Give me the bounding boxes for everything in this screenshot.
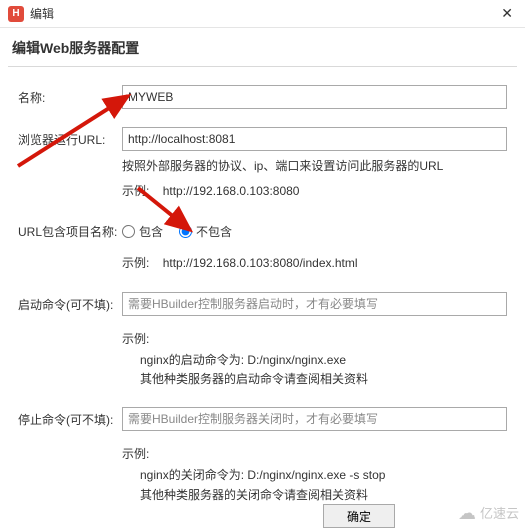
titlebar: H 编辑 ✕	[0, 0, 525, 28]
startcmd-example-label: 示例:	[122, 316, 507, 349]
page-title: 编辑Web服务器配置	[0, 28, 525, 66]
close-icon[interactable]: ✕	[497, 5, 517, 22]
radio-exclude-label: 不包含	[196, 223, 232, 240]
stopcmd-input[interactable]	[122, 407, 507, 431]
stopcmd-example-label: 示例:	[122, 431, 507, 464]
include-label: URL包含项目名称:	[18, 219, 122, 240]
ok-button[interactable]: 确定	[323, 504, 395, 528]
startcmd-example-line1: nginx的启动命令为: D:/nginx/nginx.exe	[122, 349, 507, 370]
watermark-text: 亿速云	[480, 503, 519, 522]
stopcmd-example-line1: nginx的关闭命令为: D:/nginx/nginx.exe -s stop	[122, 464, 507, 485]
startcmd-input[interactable]	[122, 292, 507, 316]
app-icon: H	[8, 6, 24, 22]
window-title: 编辑	[30, 5, 54, 22]
watermark: ☁ 亿速云	[458, 503, 519, 522]
name-label: 名称:	[18, 85, 122, 106]
include-radio-group: 包含 不包含	[122, 219, 507, 240]
radio-include[interactable]: 包含	[122, 223, 163, 240]
url-hint1: 按照外部服务器的协议、ip、端口来设置访问此服务器的URL	[122, 151, 507, 176]
url-example: 示例: http://192.168.0.103:8080	[122, 176, 507, 201]
form: 名称: 浏览器运行URL: 按照外部服务器的协议、ip、端口来设置访问此服务器的…	[0, 67, 525, 505]
url-input[interactable]	[122, 127, 507, 151]
include-example: 示例: http://192.168.0.103:8080/index.html	[122, 240, 507, 273]
startcmd-label: 启动命令(可不填):	[18, 292, 122, 313]
radio-include-label: 包含	[139, 223, 163, 240]
cloud-icon: ☁	[458, 504, 476, 522]
name-input[interactable]	[122, 85, 507, 109]
radio-include-input[interactable]	[122, 225, 135, 238]
radio-exclude-input[interactable]	[179, 225, 192, 238]
stopcmd-example-line2: 其他种类服务器的关闭命令请查阅相关资料	[122, 486, 507, 505]
titlebar-left: H 编辑	[8, 5, 54, 22]
radio-exclude[interactable]: 不包含	[179, 223, 232, 240]
stopcmd-label: 停止命令(可不填):	[18, 407, 122, 428]
url-label: 浏览器运行URL:	[18, 127, 122, 148]
startcmd-example-line2: 其他种类服务器的启动命令请查阅相关资料	[122, 370, 507, 389]
